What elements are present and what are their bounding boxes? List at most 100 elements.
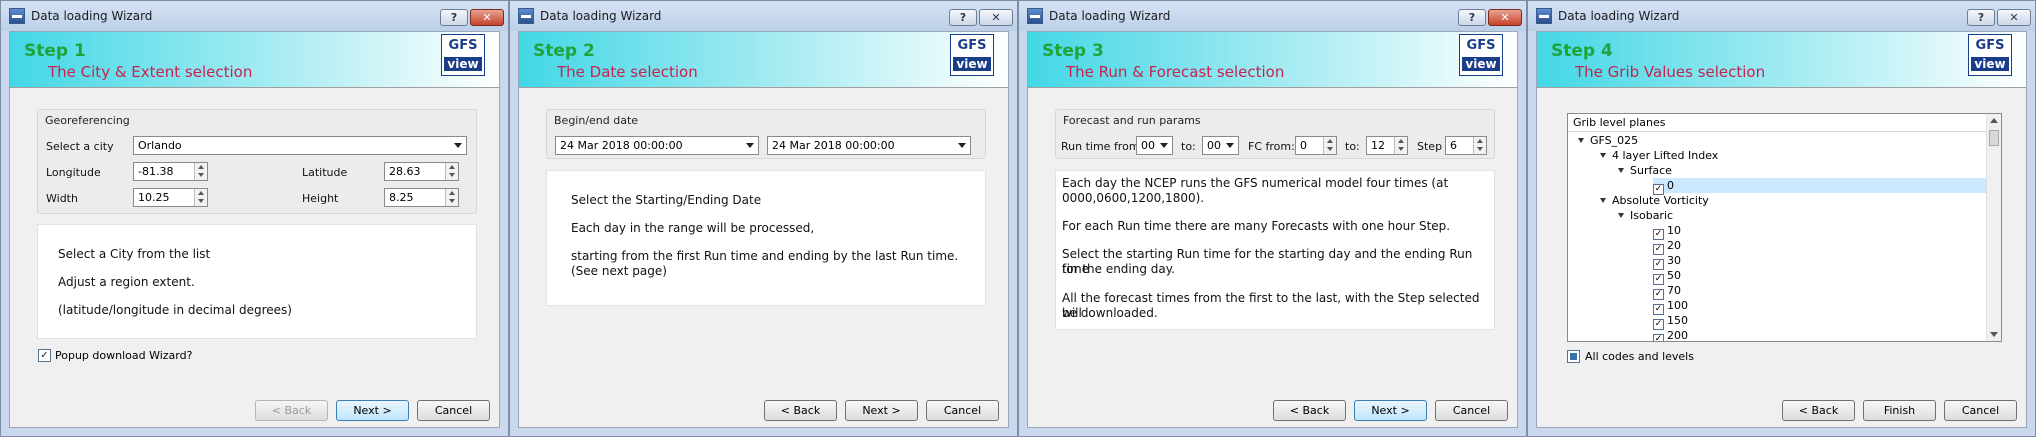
spin-arrows-icon[interactable] — [1323, 137, 1336, 154]
expand-arrow-icon[interactable] — [1600, 198, 1606, 203]
tree-node[interactable]: 4 layer Lifted Index — [1600, 148, 1718, 163]
help-button[interactable]: ? — [949, 9, 977, 26]
spin-arrows-icon[interactable] — [194, 163, 207, 180]
chevron-down-icon — [1226, 143, 1234, 148]
begin-date-value: 24 Mar 2018 00:00:00 — [560, 139, 683, 152]
tree-node-label: 30 — [1667, 254, 1681, 267]
end-date-picker[interactable]: 24 Mar 2018 00:00:00 — [767, 136, 971, 155]
scroll-thumb[interactable] — [1989, 130, 1999, 146]
spin-arrows-icon[interactable] — [445, 189, 458, 206]
app-icon — [1536, 8, 1552, 24]
grib-level-tree[interactable]: Grib level planes GFS_025 4 layer Lifted … — [1567, 113, 2002, 342]
next-button[interactable]: Next > — [1354, 400, 1427, 421]
begin-date-picker[interactable]: 24 Mar 2018 00:00:00 — [555, 136, 759, 155]
city-select[interactable]: Orlando — [133, 136, 467, 155]
next-button[interactable]: Next > — [845, 400, 918, 421]
fc-from-label: FC from: — [1248, 140, 1295, 153]
tree-node[interactable]: ✓ 70 — [1653, 283, 1681, 300]
info-line: be downloaded. — [1062, 306, 1158, 320]
expand-arrow-icon[interactable] — [1618, 213, 1624, 218]
help-button[interactable]: ? — [1458, 9, 1486, 26]
expand-arrow-icon[interactable] — [1578, 138, 1584, 143]
wizard-window-step1: Data loading Wizard ? ✕ Step 1 The City … — [0, 0, 509, 437]
app-icon — [1027, 8, 1043, 24]
spin-arrows-icon[interactable] — [1394, 137, 1407, 154]
tree-node[interactable]: ✓ 0 — [1653, 178, 1674, 195]
step-spinbox[interactable]: 6 — [1445, 136, 1487, 155]
cancel-button[interactable]: Cancel — [926, 400, 999, 421]
tree-node-label: 200 — [1667, 329, 1688, 342]
spin-arrows-icon[interactable] — [194, 189, 207, 206]
expand-arrow-icon[interactable] — [1618, 168, 1624, 173]
back-button[interactable]: < Back — [255, 400, 328, 421]
logo-text-bottom: view — [953, 57, 991, 71]
run-from-select[interactable]: 00 — [1136, 136, 1173, 155]
tree-node[interactable]: Surface — [1618, 163, 1672, 178]
wizard-page: Step 3 The Run & Forecast selection GFS v… — [1027, 31, 1518, 428]
finish-button[interactable]: Finish — [1863, 400, 1936, 421]
tree-node[interactable]: ✓ 100 — [1653, 298, 1688, 315]
height-value: 8.25 — [389, 191, 414, 204]
all-codes-checkbox[interactable] — [1567, 350, 1580, 363]
info-panel: Select a City from the list Adjust a reg… — [37, 224, 477, 339]
latitude-spinbox[interactable]: 28.63 — [384, 162, 459, 181]
city-label: Select a city — [46, 140, 114, 153]
vertical-scrollbar[interactable] — [1986, 114, 2001, 341]
scroll-down-icon[interactable] — [1990, 332, 1998, 337]
tree-node[interactable]: Isobaric — [1618, 208, 1673, 223]
title-bar[interactable]: Data loading Wizard ? ✕ — [510, 1, 1017, 31]
close-button[interactable]: ✕ — [1488, 9, 1522, 26]
info-line: starting from the first Run time and end… — [571, 249, 959, 263]
help-button[interactable]: ? — [440, 9, 468, 26]
tree-node[interactable]: Absolute Vorticity — [1600, 193, 1709, 208]
help-button[interactable]: ? — [1967, 9, 1995, 26]
info-line: Select a City from the list — [58, 247, 211, 261]
info-line: for the ending day. — [1062, 262, 1175, 276]
tree-node[interactable]: ✓ 20 — [1653, 238, 1681, 255]
wizard-page: Step 1 The City & Extent selection GFS vi… — [9, 31, 500, 428]
georeferencing-group: Georeferencing Select a city Orlando Lon… — [37, 109, 477, 214]
tree-node-label: 150 — [1667, 314, 1688, 327]
title-bar[interactable]: Data loading Wizard ? ✕ — [1019, 1, 1526, 31]
tree-node-label: Isobaric — [1630, 209, 1674, 222]
fc-to-label: to: — [1345, 140, 1360, 153]
tree-node[interactable]: ✓ 200 — [1653, 328, 1688, 342]
latitude-label: Latitude — [302, 166, 348, 179]
tree-node[interactable]: GFS_025 — [1578, 133, 1638, 148]
tree-node-label: 100 — [1667, 299, 1688, 312]
back-button[interactable]: < Back — [1782, 400, 1855, 421]
tree-node[interactable]: ✓ 150 — [1653, 313, 1688, 330]
end-date-value: 24 Mar 2018 00:00:00 — [772, 139, 895, 152]
step-title: The City & Extent selection — [48, 63, 253, 81]
tree-checkbox[interactable]: ✓ — [1653, 334, 1664, 341]
spin-arrows-icon[interactable] — [445, 163, 458, 180]
tree-node-label: 20 — [1667, 239, 1681, 252]
cancel-button[interactable]: Cancel — [1944, 400, 2017, 421]
close-button[interactable]: ✕ — [979, 9, 1013, 26]
tree-node[interactable]: ✓ 30 — [1653, 253, 1681, 270]
title-bar[interactable]: Data loading Wizard ? ✕ — [1, 1, 508, 31]
back-button[interactable]: < Back — [764, 400, 837, 421]
scroll-up-icon[interactable] — [1990, 118, 1998, 123]
fc-from-spinbox[interactable]: 0 — [1295, 136, 1337, 155]
height-spinbox[interactable]: 8.25 — [384, 188, 459, 207]
popup-wizard-checkbox[interactable]: ✓ — [38, 349, 51, 362]
group-title: Forecast and run params — [1063, 114, 1201, 127]
tree-node[interactable]: ✓ 50 — [1653, 268, 1681, 285]
close-button[interactable]: ✕ — [1997, 9, 2031, 26]
run-to-select[interactable]: 00 — [1202, 136, 1239, 155]
title-bar[interactable]: Data loading Wizard ? ✕ — [1528, 1, 2035, 31]
expand-arrow-icon[interactable] — [1600, 153, 1606, 158]
cancel-button[interactable]: Cancel — [1435, 400, 1508, 421]
width-spinbox[interactable]: 10.25 — [133, 188, 208, 207]
spin-arrows-icon[interactable] — [1473, 137, 1486, 154]
height-label: Height — [302, 192, 339, 205]
longitude-spinbox[interactable]: -81.38 — [133, 162, 208, 181]
cancel-button[interactable]: Cancel — [417, 400, 490, 421]
tree-node[interactable]: ✓ 10 — [1653, 223, 1681, 240]
close-button[interactable]: ✕ — [470, 9, 504, 26]
back-button[interactable]: < Back — [1273, 400, 1346, 421]
fc-to-spinbox[interactable]: 12 — [1366, 136, 1408, 155]
gfs-view-logo: GFS view — [1968, 34, 2012, 76]
next-button[interactable]: Next > — [336, 400, 409, 421]
